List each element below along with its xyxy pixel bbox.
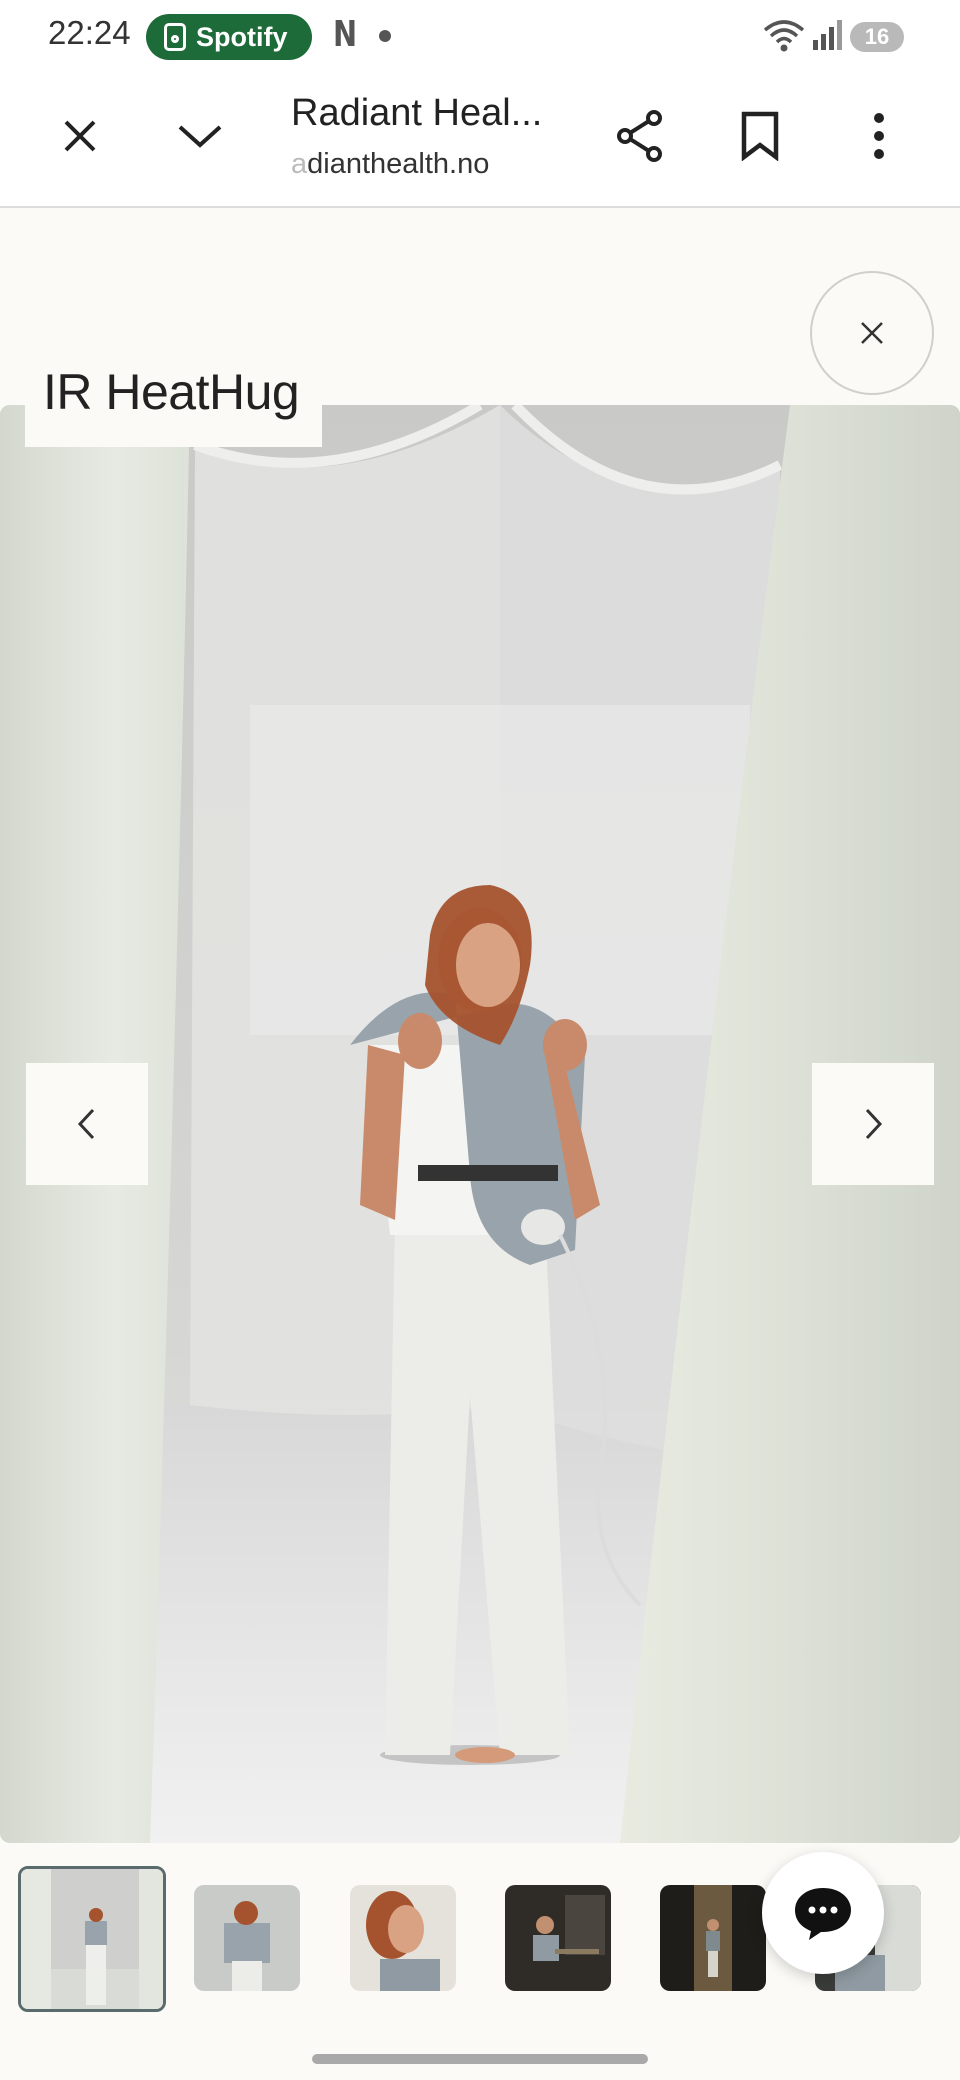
gallery-close-button[interactable] [810,271,934,395]
chat-bubble-icon [795,1888,851,1940]
thumbnail-3[interactable] [350,1885,456,1991]
wifi-icon [763,20,805,52]
close-icon [64,120,96,152]
thumbnail-1[interactable] [18,1866,166,2012]
signal-icon [813,20,842,50]
chevron-left-icon [77,1108,95,1140]
thumbnail-2[interactable] [194,1885,300,1991]
gallery-next-button[interactable] [812,1063,934,1185]
product-title: IR HeatHug [43,364,300,420]
product-label: IR HeatHug [25,355,322,447]
battery-icon: 16 [850,22,904,52]
browser-toolbar: Radiant Heal... adianthealth.no [0,72,960,208]
thumbnail-image [21,1869,163,2009]
page-url: adianthealth.no [291,148,489,181]
spotify-label: Spotify [196,21,288,52]
thumbnail-image [194,1885,300,1991]
chevron-right-icon [865,1108,883,1140]
url-faded-prefix: a [291,148,308,180]
close-icon [861,322,883,344]
home-indicator[interactable] [312,2054,648,2064]
more-options-button[interactable] [843,100,915,172]
url-text: dianthealth.no [307,148,490,180]
page-title: Radiant Heal... [291,92,543,134]
spotify-icon [164,23,186,51]
thumbnail-image [660,1885,766,1991]
battery-level: 16 [864,24,890,49]
close-tab-button[interactable] [44,100,116,172]
chat-button[interactable] [762,1852,884,1974]
netflix-icon: N [333,14,358,55]
thumbnail-4[interactable] [505,1885,611,1991]
status-bar: 22:24 Spotify N 16 [0,0,960,72]
more-vert-icon [874,113,884,159]
thumbnail-image [505,1885,611,1991]
status-time: 22:24 [48,14,131,51]
dot-icon [379,30,391,42]
thumbnail-5[interactable] [660,1885,766,1991]
share-button[interactable] [604,100,676,172]
bookmark-button[interactable] [724,100,796,172]
chevron-down-icon [178,125,222,148]
minimize-button[interactable] [164,100,236,172]
gallery-prev-button[interactable] [26,1063,148,1185]
bookmark-icon [741,111,779,161]
thumbnail-image [350,1885,456,1991]
share-icon [617,110,662,162]
spotify-notification-pill[interactable]: Spotify [146,14,312,60]
